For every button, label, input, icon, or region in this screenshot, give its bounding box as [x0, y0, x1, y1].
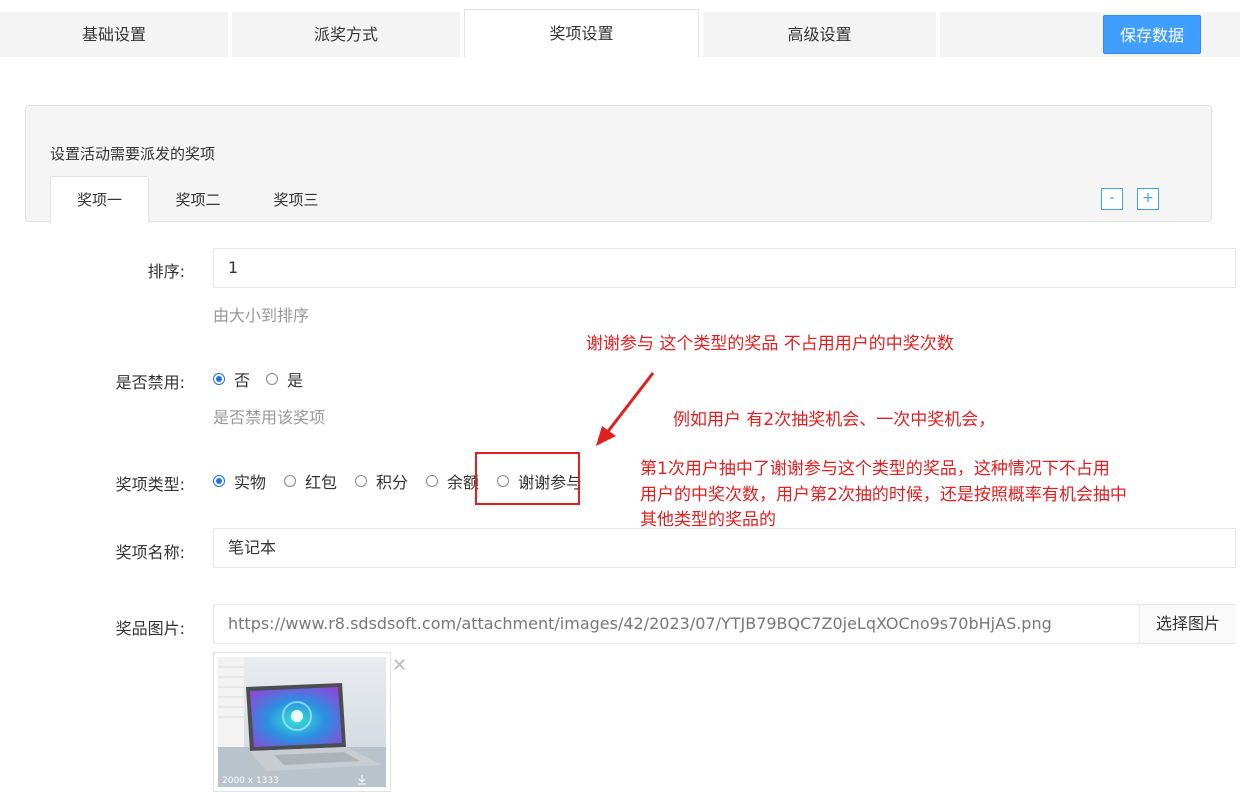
disable-radio-group: 否 是	[213, 368, 319, 390]
panel-title: 设置活动需要派发的奖项	[50, 145, 216, 163]
remove-prize-button[interactable]: -	[1101, 188, 1123, 210]
radio-label: 实物	[234, 473, 267, 492]
disable-hint: 是否禁用该奖项	[213, 408, 326, 427]
radio-label: 红包	[305, 473, 338, 492]
annotation-note-3-line-3: 其他类型的奖品的	[640, 510, 776, 530]
remove-image-icon[interactable]: ✕	[392, 655, 407, 676]
disable-yes-radio[interactable]: 是	[266, 367, 303, 391]
prize-name-input[interactable]: 笔记本	[213, 528, 1236, 568]
radio-unchecked-icon	[426, 475, 439, 487]
annotation-note-3-line-1: 第1次用户抽中了谢谢参与这个类型的奖品，这种情况下不占用	[640, 459, 1110, 479]
sort-label: 排序:	[147, 262, 185, 281]
prize-tab-1[interactable]: 奖项一	[50, 176, 149, 223]
type-points-radio[interactable]: 积分	[355, 469, 408, 493]
highlight-box	[475, 452, 580, 505]
choose-image-button[interactable]: 选择图片	[1139, 605, 1236, 643]
annotation-note-3-line-2: 用户的中奖次数，用户第2次抽的时候，还是按照概率有机会抽中	[640, 485, 1127, 505]
tab-award-method[interactable]: 派奖方式	[232, 12, 460, 57]
image-label: 奖品图片:	[115, 619, 185, 638]
type-label: 奖项类型:	[115, 475, 185, 494]
tab-prize-settings[interactable]: 奖项设置	[464, 9, 699, 57]
save-data-button[interactable]: 保存数据	[1103, 15, 1201, 54]
add-prize-button[interactable]: +	[1137, 188, 1159, 210]
type-balance-radio[interactable]: 余额	[426, 469, 479, 493]
type-redpacket-radio[interactable]: 红包	[284, 469, 337, 493]
sort-hint: 由大小到排序	[213, 306, 310, 325]
prize-tab-3[interactable]: 奖项三	[258, 186, 334, 222]
laptop-photo: 2000 x 1333	[218, 657, 386, 787]
radio-unchecked-icon	[284, 475, 297, 487]
radio-checked-icon	[213, 475, 225, 487]
radio-label: 否	[234, 371, 251, 390]
tab-advanced-settings[interactable]: 高级设置	[703, 12, 936, 57]
image-url-input[interactable]: https://www.r8.sdsdsoft.com/attachment/i…	[213, 604, 1140, 644]
radio-label: 是	[287, 371, 304, 390]
radio-label: 积分	[376, 473, 409, 492]
annotation-note-2: 例如用户 有2次抽奖机会、一次中奖机会，	[673, 410, 996, 430]
radio-unchecked-icon	[266, 373, 279, 385]
radio-unchecked-icon	[355, 475, 368, 487]
name-label: 奖项名称:	[115, 543, 185, 562]
annotation-note-1: 谢谢参与 这个类型的奖品 不占用用户的中奖次数	[586, 334, 954, 354]
sort-input[interactable]: 1	[213, 248, 1236, 288]
disable-no-radio[interactable]: 否	[213, 367, 250, 391]
disable-label: 是否禁用:	[115, 373, 185, 392]
annotation-arrow-icon	[596, 372, 655, 446]
image-size-caption: 2000 x 1333	[222, 776, 279, 786]
tab-basic-settings[interactable]: 基础设置	[0, 12, 228, 57]
type-physical-radio[interactable]: 实物	[213, 469, 266, 493]
radio-checked-icon	[213, 373, 225, 385]
prize-image-thumbnail: 2000 x 1333	[213, 652, 391, 792]
prize-tab-2[interactable]: 奖项二	[160, 186, 236, 222]
